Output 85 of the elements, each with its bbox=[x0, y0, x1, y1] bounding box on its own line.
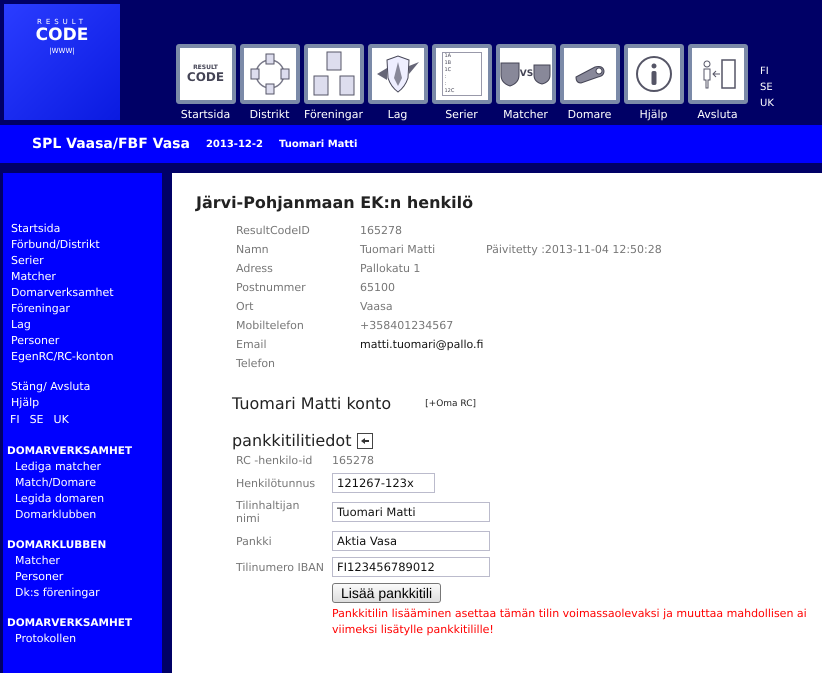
nav-tile-button[interactable] bbox=[560, 44, 620, 104]
sidebar-link[interactable]: Matcher bbox=[3, 269, 162, 285]
field-label: Postnummer bbox=[236, 281, 307, 296]
sidebar-link[interactable]: Legida domaren bbox=[3, 491, 162, 507]
input-field[interactable]: FI123456789012 bbox=[332, 557, 490, 577]
field-label: Adress bbox=[236, 262, 274, 277]
sidebar-link[interactable]: Personer bbox=[3, 333, 162, 349]
field-label: Pankki bbox=[236, 534, 273, 548]
sidebar-link[interactable]: Föreningar bbox=[3, 301, 162, 317]
sidebar-link[interactable]: Personer bbox=[3, 569, 162, 585]
sidebar-link[interactable]: Stäng/ Avsluta bbox=[3, 379, 162, 395]
nav-label[interactable]: Avsluta bbox=[697, 108, 738, 121]
nav-label[interactable]: Serier bbox=[445, 108, 478, 121]
nav-label[interactable]: Distrikt bbox=[250, 108, 290, 121]
nav-tile-button[interactable] bbox=[304, 44, 364, 104]
field-value: Vaasa bbox=[360, 300, 394, 315]
sidebar-link[interactable]: Serier bbox=[3, 253, 162, 269]
language-link[interactable]: FI bbox=[10, 411, 20, 429]
language-link[interactable]: UK bbox=[54, 411, 69, 429]
field-value: 165278 bbox=[332, 454, 374, 467]
field-value: Pallokatu 1 bbox=[360, 262, 422, 277]
sidebar-link[interactable]: Domarverksamhet bbox=[3, 285, 162, 301]
field-label: ResultCodeID bbox=[236, 224, 311, 239]
logo-text: CODE bbox=[36, 26, 88, 44]
nav-label[interactable]: Hjälp bbox=[639, 108, 668, 121]
account-title: Tuomari Matti konto bbox=[232, 394, 392, 413]
nav-label[interactable]: Matcher bbox=[503, 108, 548, 121]
info-icon bbox=[634, 55, 672, 93]
sidebar-link[interactable]: Domarklubben bbox=[3, 507, 162, 523]
field-label: Henkilötunnus bbox=[236, 476, 316, 490]
sidebar-link[interactable]: Dk:s föreningar bbox=[3, 585, 162, 601]
language-link[interactable]: SE bbox=[760, 80, 774, 96]
input-field[interactable]: Aktia Vasa bbox=[332, 531, 490, 551]
sidebar-heading: DOMARVERKSAMHET bbox=[6, 444, 134, 459]
nav-label[interactable]: Föreningar bbox=[304, 108, 363, 121]
email-link[interactable]: matti.tuomari@pallo.fi bbox=[360, 338, 486, 357]
language-link[interactable]: SE bbox=[30, 411, 44, 429]
add-bank-account-button[interactable]: Lisää pankkitili bbox=[332, 583, 442, 603]
field-label: Mobiltelefon bbox=[236, 319, 305, 334]
field-label: RC -henkilo-id bbox=[236, 454, 314, 467]
sidebar-link[interactable]: Startsida bbox=[3, 221, 162, 237]
field-label: Telefon bbox=[236, 357, 276, 372]
people-group-icon bbox=[312, 51, 356, 97]
updated-timestamp: Päivitetty :2013-11-04 12:50:28 bbox=[486, 243, 662, 258]
nav-tile-button[interactable] bbox=[368, 44, 428, 104]
field-label: Ort bbox=[236, 300, 254, 315]
organization-title: SPL Vaasa/FBF Vasa bbox=[32, 136, 190, 152]
field-label: Email bbox=[236, 338, 268, 353]
add-rc-link[interactable]: [+Oma RC] bbox=[425, 398, 476, 408]
people-network-icon bbox=[248, 52, 292, 96]
nav-tile-button[interactable] bbox=[240, 44, 300, 104]
nav-tile-button[interactable] bbox=[688, 44, 748, 104]
language-link[interactable]: FI bbox=[760, 64, 774, 80]
nav-label[interactable]: Lag bbox=[388, 108, 408, 121]
field-label: Namn bbox=[236, 243, 270, 258]
nav-label[interactable]: Startsida bbox=[180, 108, 230, 121]
sidebar-link[interactable]: Lediga matcher bbox=[3, 459, 162, 475]
field-value: +358401234567 bbox=[360, 319, 454, 334]
sidebar-heading: DOMARVERKSAMHET bbox=[6, 616, 134, 631]
field-label: Tilinumero IBAN bbox=[236, 560, 326, 574]
sidebar-link[interactable]: Lag bbox=[3, 317, 162, 333]
nav-tile-button[interactable]: VS bbox=[496, 44, 556, 104]
field-label: Tilinhaltijan nimi bbox=[236, 499, 300, 525]
shield-icon bbox=[374, 54, 420, 94]
page-title: Järvi-Pohjanmaan EK:n henkilö bbox=[196, 193, 474, 212]
field-value: Tuomari Matti bbox=[360, 243, 436, 258]
whistle-icon bbox=[572, 63, 606, 85]
field-value: 165278 bbox=[360, 224, 403, 239]
sidebar-link[interactable]: Match/Domare bbox=[3, 475, 162, 491]
language-link[interactable]: UK bbox=[760, 96, 774, 112]
sidebar-link[interactable]: Förbund/Distrikt bbox=[3, 237, 162, 253]
section-title: pankkitilitiedot bbox=[232, 431, 352, 450]
sidebar-link[interactable]: Hjälp bbox=[3, 395, 162, 411]
field-value: 65100 bbox=[360, 281, 396, 296]
sidebar-link[interactable]: Matcher bbox=[3, 553, 162, 569]
input-field[interactable]: 121267-123x bbox=[332, 473, 435, 493]
sidebar-heading: DOMARKLUBBEN bbox=[6, 538, 108, 553]
warning-text: Pankkitilin lisääminen asettaa tämän tilin voimassaolevaksi ja muuttaa mahdollisen ai viimeksi lisätylle pankkitilille! bbox=[332, 606, 808, 638]
user-name: Tuomari Matti bbox=[278, 138, 358, 150]
date-text: 2013-12-2 bbox=[206, 138, 263, 150]
sidebar-link[interactable]: Protokollen bbox=[3, 631, 162, 647]
input-field[interactable]: Tuomari Matti bbox=[332, 502, 490, 522]
nav-label[interactable]: Domare bbox=[568, 108, 612, 121]
sidebar-link[interactable]: EgenRC/RC-konton bbox=[3, 349, 162, 365]
nav-tile-button[interactable] bbox=[624, 44, 684, 104]
